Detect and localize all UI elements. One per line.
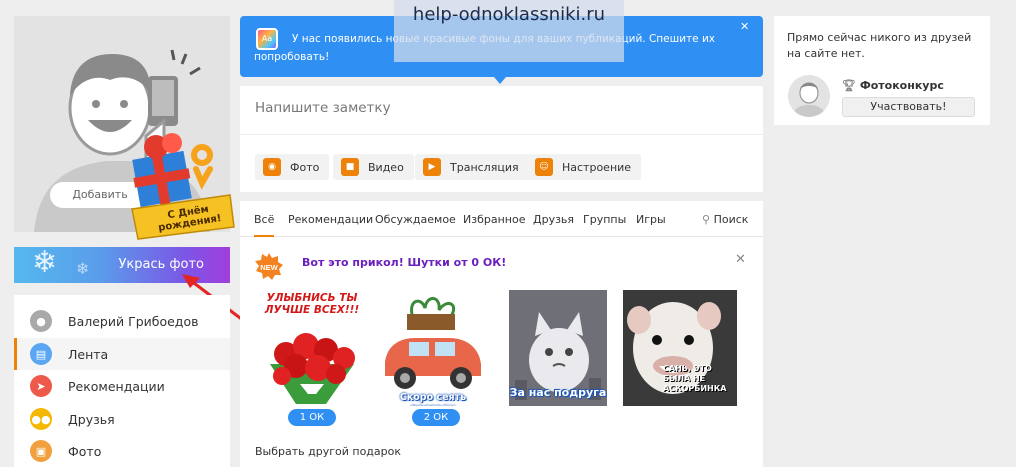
action-label: Настроение [562,160,632,174]
menu-item-label: Друзья [68,411,115,427]
gift-car[interactable]: Скоро сеять рассаду [377,290,489,406]
divider [240,134,763,135]
left-menu: ● Валерий Грибоедов ▤ Лента ➤ Рекомендац… [14,295,230,467]
tab-friends[interactable]: Друзья [533,213,574,226]
new-badge-icon: NEW [255,253,283,280]
tab-all[interactable]: Всё [254,213,275,237]
watermark: help-odnoklassniki.ru [394,0,624,62]
tab-recommendations[interactable]: Рекомендации [288,213,373,226]
participate-button[interactable]: Участвовать! [842,97,975,117]
menu-item-photo[interactable]: ▣ Фото [14,435,230,467]
friends-icon: ●● [30,408,52,430]
note-composer: Напишите заметку ◉ Фото ■ Видео ▶ Трансл… [240,86,763,192]
tab-games[interactable]: Игры [636,213,666,226]
gift-roses[interactable]: УЛЫБНИСЬ ТЫ ЛУЧШЕ ВСЕХ!!! [256,290,368,406]
gift-caption: Скоро сеять рассаду [399,392,467,406]
gift-caption: САНЬ, ЭТО БЫЛА НЕ АСКОРБИНКА [663,364,727,393]
compass-icon: ➤ [30,375,52,397]
contest-title-label: Фотоконкурс [859,79,944,92]
trophy-icon: 🏆︎ [842,79,856,92]
menu-item-profile[interactable]: ● Валерий Грибоедов [14,305,230,337]
avatar-placeholder-icon [788,75,830,117]
close-icon[interactable]: ✕ [735,252,746,267]
banner-pointer [494,77,506,84]
gift-price[interactable]: 2 ОК [412,409,460,426]
contest-avatar[interactable] [788,75,830,117]
tab-favorites[interactable]: Избранное [463,213,525,226]
roses-icon [270,333,355,404]
add-video-action[interactable]: ■ Видео [333,154,414,180]
mood-icon: ☺ [535,158,553,176]
friends-online-panel: Прямо сейчас никого из друзей на сайте н… [774,16,990,125]
gift-rat[interactable]: САНЬ, ЭТО БЫЛА НЕ АСКОРБИНКА [623,290,737,406]
menu-item-feed[interactable]: ▤ Лента [14,338,230,370]
broadcast-icon: ▶ [423,158,441,176]
small-snowflake-icon: ❄ [76,259,90,278]
feed-panel: Всё Рекомендации Обсуждаемое Избранное Д… [240,201,763,467]
menu-item-friends[interactable]: ●● Друзья [14,403,230,435]
gift-caption: За нас подруга [509,386,607,399]
video-icon: ■ [341,158,359,176]
user-icon: ● [30,310,52,332]
mood-action[interactable]: ☺ Настроение [527,154,642,180]
menu-item-label: Валерий Грибоедов [68,313,199,329]
car-icon [385,297,481,389]
new-badge-text: NEW [260,263,278,272]
tab-discussed[interactable]: Обсуждаемое [375,213,456,226]
tab-groups[interactable]: Группы [583,213,626,226]
no-friends-online-text: Прямо сейчас никого из друзей на сайте н… [787,31,972,60]
feed-tabs: Всё Рекомендации Обсуждаемое Избранное Д… [240,201,763,237]
photo-contest-title[interactable]: 🏆︎ Фотоконкурс [842,79,944,92]
camera-icon: ◉ [263,158,281,176]
search-button[interactable]: ⚲ Поиск [702,213,748,226]
choose-other-gift-link[interactable]: Выбрать другой подарок [255,445,401,458]
menu-item-label: Рекомендации [68,378,165,394]
feed-icon: ▤ [30,343,52,365]
action-label: Трансляция [450,160,519,174]
menu-item-recommendations[interactable]: ➤ Рекомендации [14,370,230,402]
menu-item-label: Лента [68,346,109,362]
gift-caption: УЛЫБНИСЬ ТЫ ЛУЧШЕ ВСЕХ!!! [264,292,360,316]
add-photo-action[interactable]: ◉ Фото [255,154,330,180]
action-label: Фото [290,160,320,174]
broadcast-action[interactable]: ▶ Трансляция [415,154,529,180]
note-input[interactable]: Напишите заметку [255,100,391,116]
banner-close-icon[interactable]: ✕ [740,20,749,33]
photo-icon: ▣ [30,440,52,462]
snowflake-icon: ❄ [32,247,58,280]
gift-cat[interactable]: За нас подруга [509,290,607,406]
gift-price[interactable]: 1 ОК [288,409,336,426]
search-label: Поиск [713,213,749,226]
menu-item-label: Фото [68,443,102,459]
birthday-gift-decoration[interactable]: С Днём рождения! [126,125,238,243]
search-icon: ⚲ [702,213,711,226]
promo-title: Вот это прикол! Шутки от 0 ОК! [302,256,507,269]
action-label: Видео [368,160,404,174]
